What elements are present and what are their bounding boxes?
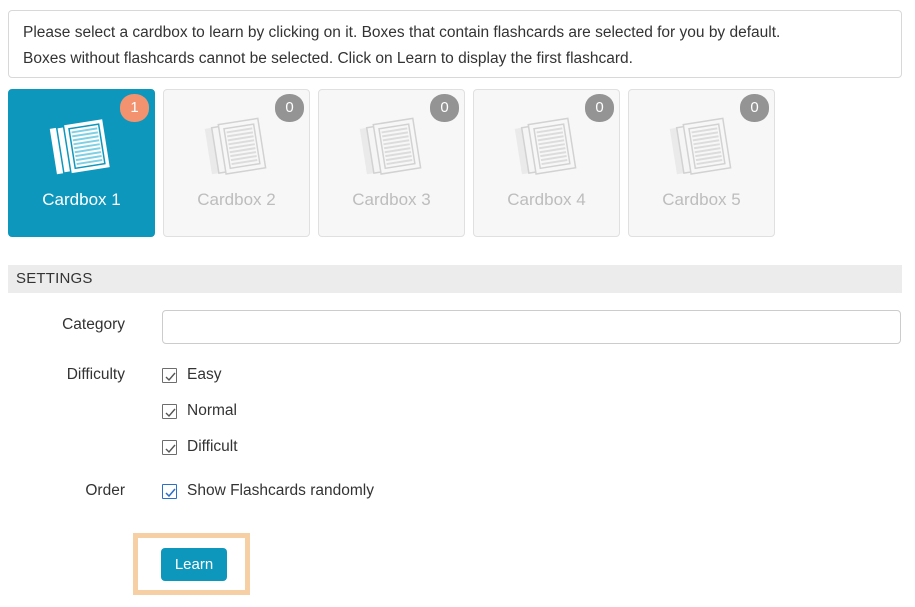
- settings-form: Category Difficulty Easy Normal Difficul…: [0, 300, 915, 502]
- difficulty-option-normal[interactable]: Normal: [162, 400, 238, 422]
- checkbox-checked-icon[interactable]: [162, 439, 177, 455]
- learn-button-highlight: Learn: [133, 533, 250, 595]
- cardbox-count-badge: 1: [120, 94, 149, 122]
- cardbox-label: Cardbox 5: [662, 190, 741, 209]
- category-row: Category: [0, 300, 915, 344]
- document-stack-icon: [198, 112, 276, 182]
- difficulty-option-difficult[interactable]: Difficult: [162, 436, 238, 458]
- difficulty-option-easy[interactable]: Easy: [162, 364, 238, 386]
- learn-button[interactable]: Learn: [161, 548, 227, 581]
- document-stack-icon: [43, 112, 121, 182]
- document-stack-icon: [508, 112, 586, 182]
- document-stack-icon: [353, 112, 431, 182]
- cardbox-count-badge: 0: [430, 94, 459, 122]
- cardbox-label: Cardbox 4: [507, 190, 586, 209]
- category-label: Category: [62, 316, 125, 333]
- checkbox-checked-icon[interactable]: [162, 367, 177, 383]
- order-label: Order: [85, 482, 125, 499]
- cardbox-item-5[interactable]: 0 Cardbox 5: [628, 89, 775, 237]
- difficulty-option-label: Normal: [187, 402, 237, 419]
- cardbox-count-badge: 0: [275, 94, 304, 122]
- cardbox-list: 1 Cardbox 1 0 Cardbox 2 0 Cardbox 3 0 Ca…: [8, 89, 775, 237]
- cardbox-item-2[interactable]: 0 Cardbox 2: [163, 89, 310, 237]
- cardbox-label: Cardbox 1: [42, 190, 121, 209]
- learn-cardbox-page: Please select a cardbox to learn by clic…: [0, 0, 915, 607]
- cardbox-label: Cardbox 3: [352, 190, 431, 209]
- difficulty-row: Difficulty Easy Normal Difficult: [0, 364, 915, 458]
- cardbox-label: Cardbox 2: [197, 190, 276, 209]
- checkbox-checked-icon[interactable]: [162, 403, 177, 419]
- order-option-label: Show Flashcards randomly: [187, 482, 374, 499]
- checkbox-checked-icon[interactable]: [162, 483, 177, 499]
- difficulty-label: Difficulty: [66, 366, 125, 383]
- instructions-line-1: Please select a cardbox to learn by clic…: [23, 24, 781, 41]
- category-input[interactable]: [162, 310, 901, 344]
- difficulty-options: Easy Normal Difficult: [162, 364, 238, 458]
- document-stack-icon: [663, 112, 741, 182]
- cardbox-item-4[interactable]: 0 Cardbox 4: [473, 89, 620, 237]
- settings-section-header: SETTINGS: [8, 265, 902, 293]
- instructions-line-2: Boxes without flashcards cannot be selec…: [23, 50, 633, 67]
- cardbox-item-3[interactable]: 0 Cardbox 3: [318, 89, 465, 237]
- order-row: Order Show Flashcards randomly: [0, 480, 915, 502]
- cardbox-item-1[interactable]: 1 Cardbox 1: [8, 89, 155, 237]
- order-option-random[interactable]: Show Flashcards randomly: [162, 480, 374, 502]
- difficulty-option-label: Difficult: [187, 438, 238, 455]
- cardbox-count-badge: 0: [585, 94, 614, 122]
- instructions-panel: Please select a cardbox to learn by clic…: [8, 10, 902, 78]
- difficulty-option-label: Easy: [187, 366, 222, 383]
- cardbox-count-badge: 0: [740, 94, 769, 122]
